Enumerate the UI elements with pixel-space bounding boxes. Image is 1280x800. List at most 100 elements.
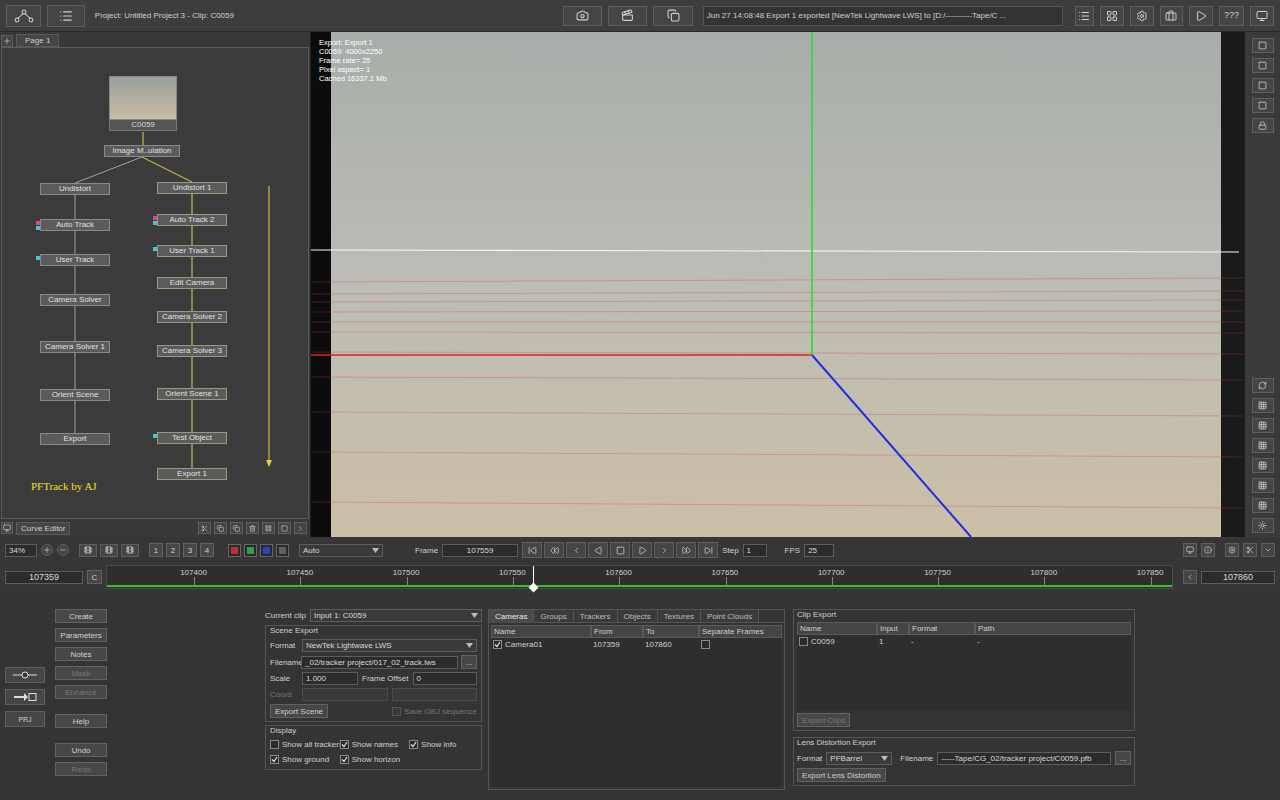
view-tool-icon[interactable] — [100, 544, 118, 557]
playhead[interactable] — [533, 566, 534, 588]
view-tool-icon[interactable] — [121, 544, 139, 557]
lens-browse-button[interactable]: ... — [1115, 751, 1131, 765]
start-frame-field[interactable]: 107359 — [5, 571, 83, 584]
curve-editor-tab[interactable]: Curve Editor — [16, 522, 70, 535]
fps-field[interactable]: 25 — [804, 544, 834, 557]
view-button[interactable]: 3 — [183, 543, 197, 557]
tab[interactable]: Objects — [618, 610, 658, 623]
transport-control-icon[interactable] — [522, 542, 542, 558]
side-button[interactable]: Enhance — [55, 685, 107, 699]
sun-icon[interactable] — [1252, 518, 1274, 533]
settings-icon[interactable] — [1225, 543, 1239, 557]
view-tool-icon[interactable] — [79, 544, 97, 557]
display-mode-icon[interactable] — [1252, 498, 1274, 513]
obj-sequence-box[interactable] — [392, 707, 401, 716]
view-button[interactable]: 2 — [166, 543, 180, 557]
channel-button[interactable] — [276, 544, 289, 557]
transport-control-icon[interactable] — [544, 542, 564, 558]
table-row[interactable]: C00591-- — [797, 635, 1131, 647]
add-page-icon[interactable] — [1, 35, 13, 47]
display-option[interactable]: Show ground — [270, 754, 338, 765]
obj-sequence-checkbox[interactable]: Save OBJ sequence — [392, 706, 477, 717]
side-button[interactable]: Undo — [55, 743, 107, 757]
transport-control-icon[interactable] — [566, 542, 586, 558]
graph-node[interactable]: Camera Solver 1 — [40, 341, 110, 353]
display-option[interactable]: Show names — [340, 739, 408, 750]
display-option-box[interactable] — [409, 740, 418, 749]
display-mode-icon[interactable] — [1252, 398, 1274, 413]
tab[interactable]: Point Clouds — [701, 610, 759, 623]
transport-control-icon[interactable] — [676, 542, 696, 558]
graph-node[interactable]: User Track — [40, 254, 110, 266]
zoom-field[interactable]: 34% — [5, 544, 37, 557]
view-button[interactable]: 4 — [200, 543, 214, 557]
refresh-icon[interactable] — [1252, 378, 1274, 393]
graph-node[interactable]: Edit Camera — [157, 277, 227, 289]
lock-icon[interactable] — [1252, 118, 1274, 133]
timeline-track[interactable]: 1074001074501075001075501076001076501077… — [106, 565, 1173, 589]
node-view-icon[interactable] — [6, 5, 41, 27]
info-icon[interactable] — [1201, 543, 1215, 557]
cut-icon[interactable] — [1243, 543, 1257, 557]
copy-icon[interactable] — [214, 522, 227, 534]
layout-icon[interactable] — [1100, 6, 1124, 26]
transport-control-icon[interactable] — [654, 542, 674, 558]
notes-icon[interactable] — [1075, 6, 1095, 26]
display-option[interactable]: Show info — [409, 739, 477, 750]
graph-node[interactable]: Undistort — [40, 183, 110, 195]
current-clip-dropdown[interactable]: Input 1: C0059 — [310, 609, 482, 622]
display-option[interactable]: Show all trackers — [270, 739, 338, 750]
duplicate-icon[interactable] — [230, 522, 243, 534]
filename-field[interactable]: _02/tracker project/017_02_track.lws — [301, 656, 458, 669]
graph-node[interactable]: Auto Track 2 — [157, 214, 227, 226]
clapperboard-icon[interactable] — [608, 6, 647, 26]
tab[interactable]: Trackers — [574, 610, 618, 623]
display-mode-icon[interactable] — [1252, 438, 1274, 453]
scale-field[interactable]: 1.000 — [302, 672, 358, 685]
display-option-box[interactable] — [340, 740, 349, 749]
help-button[interactable]: ??? — [1219, 6, 1245, 26]
format-dropdown[interactable]: NewTek Lightwave LWS — [302, 639, 477, 652]
clip-node[interactable]: C0059 — [109, 76, 177, 131]
display-option-box[interactable] — [270, 740, 279, 749]
display-option-box[interactable] — [340, 755, 349, 764]
grid-icon[interactable] — [262, 522, 275, 534]
display-mode-icon[interactable] — [1252, 418, 1274, 433]
copy-icon[interactable] — [653, 6, 692, 26]
table-row[interactable]: Camera01107359107860 — [491, 638, 782, 650]
node-mode-icon[interactable] — [5, 667, 45, 683]
coord-dropdown[interactable] — [392, 688, 478, 701]
side-button[interactable]: Redo — [55, 762, 107, 776]
viewport-layout-icon[interactable] — [1252, 38, 1274, 53]
channel-button[interactable] — [260, 544, 273, 557]
zoom-in-icon[interactable] — [41, 544, 53, 556]
transport-control-icon[interactable] — [698, 542, 718, 558]
graph-node[interactable]: Orient Scene — [40, 389, 110, 401]
viewport-layout-icon[interactable] — [1252, 98, 1274, 113]
graph-node[interactable]: Orient Scene 1 — [157, 388, 227, 400]
range-icon[interactable] — [1183, 570, 1197, 584]
viewport-layout-icon[interactable] — [1252, 78, 1274, 93]
export-clips-button[interactable]: Export Clips — [797, 713, 850, 727]
view-button[interactable]: 1 — [149, 543, 163, 557]
side-button[interactable]: Parameters — [55, 628, 107, 642]
screen-icon[interactable] — [1183, 543, 1197, 557]
lens-format-dropdown[interactable]: PFBarrel — [826, 752, 892, 765]
export-lens-button[interactable]: Export Lens Distortion — [797, 768, 886, 782]
browse-button[interactable]: ... — [461, 655, 477, 669]
end-frame-field[interactable]: 107860 — [1201, 571, 1275, 584]
step-field[interactable]: 1 — [743, 544, 767, 557]
cut-icon[interactable] — [198, 522, 211, 534]
display-mode-icon[interactable] — [1252, 458, 1274, 473]
mode-dropdown[interactable]: Auto — [299, 544, 383, 557]
cache-button[interactable]: C — [87, 570, 102, 584]
graph-node[interactable]: Auto Track — [40, 219, 110, 231]
graph-node[interactable]: Undistort 1 — [157, 182, 227, 194]
tab[interactable]: Groups — [534, 610, 573, 623]
transport-control-icon[interactable] — [632, 542, 652, 558]
play-icon[interactable] — [1189, 6, 1213, 26]
separate-frames-checkbox[interactable] — [701, 640, 710, 649]
settings-icon[interactable] — [1130, 6, 1154, 26]
graph-node[interactable]: User Track 1 — [157, 245, 227, 257]
display-option-box[interactable] — [270, 755, 279, 764]
